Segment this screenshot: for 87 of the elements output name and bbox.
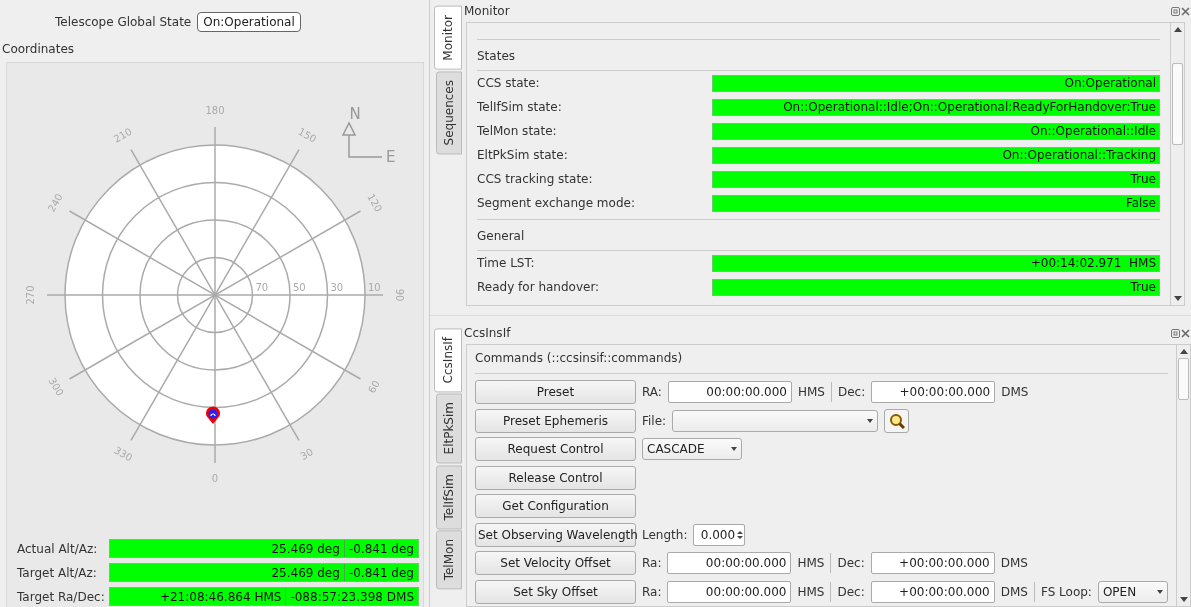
field-label: Dec: xyxy=(837,556,865,571)
readout-value: 25.469 deg xyxy=(110,564,345,581)
state-label: Ready for handover: xyxy=(477,280,601,294)
panel-title: Monitor xyxy=(464,4,511,18)
state-value: On::Operational::Tracking xyxy=(712,146,1160,164)
state-value: False xyxy=(712,194,1160,212)
readout-value: -0.841 deg xyxy=(347,564,415,581)
command-button[interactable]: Preset Ephemeris xyxy=(475,408,636,433)
command-button[interactable]: Request Control xyxy=(475,437,636,462)
input-field[interactable]: +00:00:00.000 xyxy=(870,552,995,575)
panel-tab[interactable]: Sequences xyxy=(436,70,462,155)
vertical-scrollbar[interactable] xyxy=(1170,23,1184,305)
state-value: +00:14:02.971 HMS xyxy=(712,254,1160,272)
state-value: True xyxy=(712,170,1160,188)
panel-tab[interactable]: Monitor xyxy=(434,6,462,70)
status-badge: On:Operational xyxy=(197,12,301,32)
readout-value: +21:08:46.864 HMS xyxy=(110,588,287,605)
float-icon[interactable] xyxy=(1171,6,1180,16)
scroll-thumb[interactable] xyxy=(1172,63,1183,145)
caret-icon xyxy=(1156,589,1163,594)
state-value: On:Operational xyxy=(712,74,1160,92)
panel-tab[interactable]: EltPkSim xyxy=(436,393,462,464)
readout-value: -088:57:23.398 DMS xyxy=(289,588,415,605)
field-label: Ra: xyxy=(642,556,662,571)
panel-tab[interactable]: CcsInsIf xyxy=(434,328,462,393)
search-button[interactable] xyxy=(884,408,910,433)
command-button[interactable]: Set Sky Offset xyxy=(475,579,636,604)
command-button[interactable]: Set Velocity Offset xyxy=(475,551,636,576)
command-button[interactable]: Preset xyxy=(475,380,636,405)
state-label: TelIfSim state: xyxy=(477,100,563,114)
command-button[interactable]: Get Configuration xyxy=(475,494,636,519)
input-field[interactable]: 00:00:00.000 xyxy=(667,580,792,603)
panel-tab[interactable]: TelIfSim xyxy=(436,464,462,530)
float-icon[interactable] xyxy=(1171,328,1180,338)
input-field[interactable]: +00:00:00.000 xyxy=(871,381,996,404)
state-label: TelMon state: xyxy=(477,124,558,138)
readout-label: Actual Alt/Az: xyxy=(17,541,99,556)
panel-title: CcsInsIf xyxy=(464,326,512,340)
caret-icon xyxy=(731,447,737,452)
vertical-scrollbar[interactable] xyxy=(1176,345,1190,606)
state-label: CCS state: xyxy=(477,76,541,90)
state-label: EltPkSim state: xyxy=(477,148,569,162)
field-label: Length: xyxy=(642,527,688,542)
readout-label: Target Alt/Az: xyxy=(17,565,98,580)
state-label: Segment exchange mode: xyxy=(477,196,636,210)
section-title: General xyxy=(477,219,1160,251)
scroll-thumb[interactable] xyxy=(1178,358,1189,400)
input-field[interactable]: +00:00:00.000 xyxy=(870,580,995,603)
section-title: Commands (::ccsinsif::commands) xyxy=(475,345,1168,374)
readout-label: Target Ra/Dec: xyxy=(17,589,106,604)
unit-label: HMS xyxy=(797,584,825,599)
command-button[interactable]: Set Observing Wavelength xyxy=(475,522,636,547)
scroll-up-icon[interactable] xyxy=(1173,27,1182,32)
dropdown[interactable]: CASCADE xyxy=(642,438,742,461)
state-value: On::Operational::Idle xyxy=(712,122,1160,140)
dropdown[interactable] xyxy=(672,409,879,432)
close-icon[interactable] xyxy=(1181,6,1190,16)
scroll-down-icon[interactable] xyxy=(1173,296,1182,301)
field-label: Telescope Global State xyxy=(55,15,192,29)
state-label: Time LST: xyxy=(477,256,536,270)
readout-value: 25.469 deg xyxy=(110,540,345,557)
readout-value: -0.841 deg xyxy=(347,540,415,557)
search-icon xyxy=(888,412,905,429)
unit-label: DMS xyxy=(1000,556,1028,571)
field-label: File: xyxy=(642,413,667,428)
section-title: States xyxy=(477,39,1160,71)
unit-label: DMS xyxy=(1000,584,1028,599)
section-title: Coordinates xyxy=(1,41,76,58)
close-icon[interactable] xyxy=(1181,328,1190,338)
unit-label: HMS xyxy=(797,556,825,571)
input-field[interactable]: 00:00:00.000 xyxy=(667,552,792,575)
field-label: Dec: xyxy=(837,584,865,599)
command-button[interactable]: Release Control xyxy=(475,465,636,490)
field-label: Dec: xyxy=(837,385,866,400)
field-label: RA: xyxy=(642,385,662,400)
input-field[interactable]: 00:00:00.000 xyxy=(667,381,792,404)
spin-field[interactable]: 0.000 xyxy=(693,523,746,546)
state-label: CCS tracking state: xyxy=(477,172,594,186)
unit-label: DMS xyxy=(1001,385,1029,400)
dropdown[interactable]: OPEN xyxy=(1097,580,1168,603)
state-value: True xyxy=(712,278,1160,296)
unit-label: HMS xyxy=(797,385,825,400)
panel-tab[interactable]: TelMon xyxy=(436,530,462,590)
field-label: Ra: xyxy=(642,584,662,599)
caret-icon xyxy=(867,418,874,423)
state-value: On::Operational::Idle;On::Operational:ReadyForHandover:True xyxy=(712,98,1160,116)
field-label: FS Loop: xyxy=(1040,584,1092,599)
